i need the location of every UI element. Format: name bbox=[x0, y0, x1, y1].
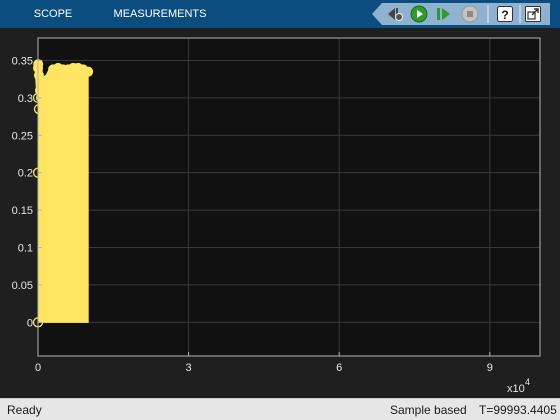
status-sim-time: T=99993.4405 bbox=[479, 403, 557, 417]
stop-icon[interactable] bbox=[461, 5, 479, 23]
x-scale-label: x10 bbox=[507, 383, 525, 395]
y-tick-label: 0.2 bbox=[18, 168, 33, 180]
status-ready: Ready bbox=[7, 403, 42, 417]
status-sample-mode: Sample based bbox=[390, 403, 467, 417]
x-scale-exponent: 4 bbox=[525, 377, 530, 387]
tab-scope[interactable]: SCOPE bbox=[26, 0, 80, 28]
step-back-icon[interactable] bbox=[386, 5, 404, 23]
y-tick-label: 0.25 bbox=[12, 130, 33, 142]
x-tick-label: 0 bbox=[35, 362, 41, 374]
y-tick-label: 0.1 bbox=[18, 243, 33, 255]
run-icon[interactable] bbox=[410, 5, 428, 23]
data-point bbox=[83, 66, 94, 77]
y-tick-label: 0.05 bbox=[12, 280, 33, 292]
plot-area: 0 0.05 0.1 0.15 0.2 0.25 0.3 0.35 0 3 6 9 x10 4 bbox=[0, 28, 560, 398]
step-forward-icon[interactable] bbox=[434, 5, 452, 23]
scope-chart[interactable]: 0 0.05 0.1 0.15 0.2 0.25 0.3 0.35 0 3 6 9 x104 bbox=[0, 28, 560, 398]
y-tick-label: 0.3 bbox=[18, 93, 33, 105]
data-point bbox=[34, 70, 45, 81]
y-tick-label: 0.35 bbox=[12, 55, 33, 67]
toolstrip: SCOPE MEASUREMENTS ? bbox=[0, 0, 560, 28]
plot-background bbox=[38, 38, 540, 356]
series-area bbox=[37, 64, 89, 323]
data-point bbox=[43, 74, 54, 85]
help-icon[interactable]: ? bbox=[496, 5, 514, 23]
y-tick-label: 0 bbox=[27, 317, 33, 329]
status-bar: Ready Sample based T=99993.4405 bbox=[0, 398, 560, 420]
tab-measurements[interactable]: MEASUREMENTS bbox=[106, 0, 214, 28]
x-tick-label: 3 bbox=[186, 362, 192, 374]
undock-icon[interactable] bbox=[524, 5, 542, 23]
x-tick-label: 6 bbox=[336, 362, 342, 374]
x-tick-label: 9 bbox=[487, 362, 493, 374]
y-tick-label: 0.15 bbox=[12, 205, 33, 217]
simulation-controls: ? bbox=[372, 3, 550, 25]
svg-text:?: ? bbox=[501, 8, 508, 22]
